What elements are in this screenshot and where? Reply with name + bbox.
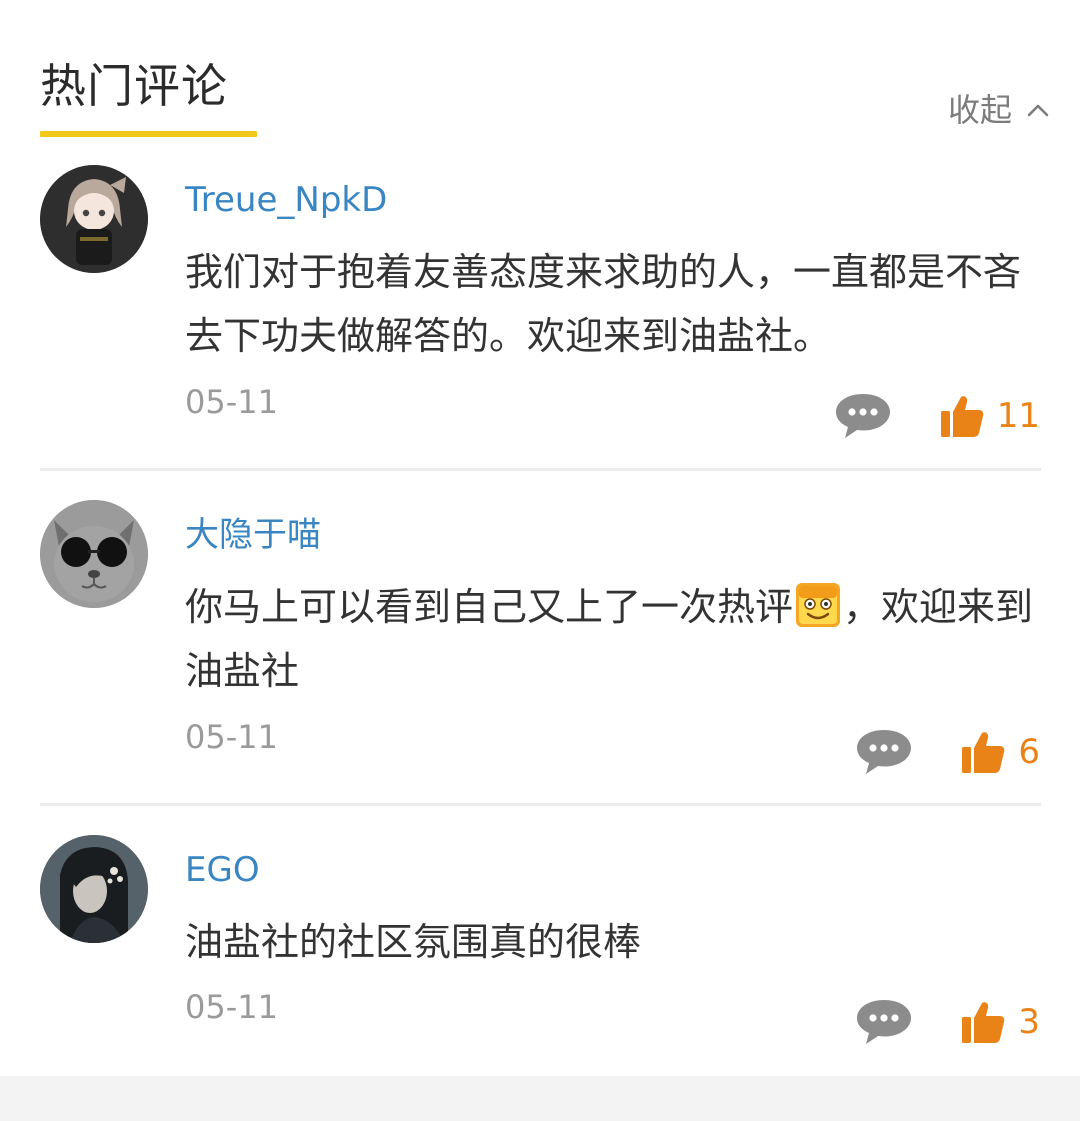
avatar[interactable] — [40, 500, 148, 608]
collapse-button[interactable]: 收起 — [948, 88, 1052, 132]
reply-bubble-icon[interactable] — [854, 996, 914, 1048]
anime-girl-avatar-image — [40, 165, 148, 273]
reply-bubble-icon[interactable] — [854, 726, 914, 778]
smile-emoji-icon — [796, 583, 841, 627]
thumbs-up-icon — [940, 396, 984, 437]
reply-bubble-icon[interactable] — [833, 390, 893, 442]
comment-date: 05-11 — [185, 718, 278, 756]
comment-text: 我们对于抱着友善态度来求助的人，一直都是不吝去下功夫做解答的。欢迎来到油盐社。 — [185, 250, 1022, 358]
comment-date: 05-11 — [185, 988, 278, 1026]
thumbs-up-icon — [962, 732, 1005, 773]
cat-avatar-image — [40, 500, 148, 608]
like-count: 3 — [1018, 1002, 1040, 1042]
username[interactable]: 大隐于喵 — [185, 513, 321, 557]
title-underline — [40, 131, 257, 137]
comment-text: 你马上可以看到自己又上了一次热评 ，欢迎来到油盐社 — [185, 575, 1055, 703]
comment-text: 油盐社的社区氛围真的很棒 — [185, 920, 642, 964]
comment-actions: 6 — [854, 726, 1040, 778]
chevron-up-icon — [1027, 104, 1049, 117]
bottom-separator — [0, 1076, 1080, 1121]
thumbs-up-icon — [962, 1002, 1005, 1043]
comment-divider — [40, 803, 1041, 806]
like-button[interactable]: 3 — [960, 999, 1040, 1045]
username[interactable]: Treue_NpkD — [185, 178, 387, 222]
comments-header: 热门评论 收起 — [0, 0, 1080, 140]
comment-actions: 3 — [854, 996, 1040, 1048]
avatar[interactable] — [40, 165, 148, 273]
like-count: 11 — [996, 396, 1040, 436]
like-button[interactable]: 6 — [960, 729, 1040, 775]
collapse-label: 收起 — [947, 91, 1012, 129]
woman-portrait-avatar-image — [40, 835, 148, 943]
username[interactable]: EGO — [185, 848, 260, 892]
like-count: 6 — [1018, 732, 1040, 772]
comment-actions: 11 — [833, 390, 1040, 442]
comment-divider — [40, 468, 1041, 471]
avatar[interactable] — [40, 835, 148, 943]
comment-date: 05-11 — [185, 383, 278, 421]
comment-text-part: 你马上可以看到自己又上了一次热评 — [185, 585, 794, 629]
section-title: 热门评论 — [40, 59, 228, 113]
like-button[interactable]: 11 — [939, 393, 1040, 439]
